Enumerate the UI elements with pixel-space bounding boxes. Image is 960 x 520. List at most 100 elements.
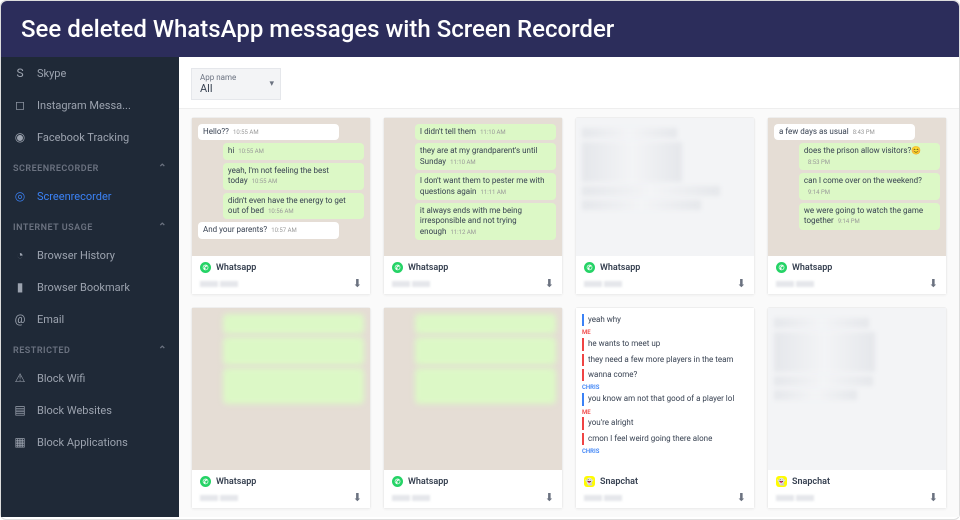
chat-line: wanna come? — [582, 369, 748, 381]
chevron-up-icon: ⌃ — [158, 345, 167, 356]
card-footer: 👻 Snapchat ⬇ — [576, 470, 754, 508]
app-name-dropdown[interactable]: App name All ▾ — [191, 68, 281, 100]
chat-sender-name: CHRIS — [582, 384, 748, 392]
redacted-meta — [392, 495, 430, 501]
download-icon[interactable]: ⬇ — [929, 277, 938, 290]
screenshot-card[interactable]: I didn't tell them11:10 AMthey are at my… — [383, 117, 563, 295]
chevron-up-icon: ⌃ — [158, 163, 167, 174]
section-title: INTERNET USAGE — [13, 223, 93, 233]
screenshot-card[interactable]: ✆ Whatsapp ⬇ — [191, 307, 371, 509]
download-icon[interactable]: ⬇ — [545, 277, 554, 290]
download-icon[interactable]: ⬇ — [353, 277, 362, 290]
sidebar-item-instagram-messa-[interactable]: ◻Instagram Messa... — [1, 89, 179, 121]
chat-bubble: I don't want them to pester me with ques… — [415, 173, 556, 200]
chat-bubble: yeah, I'm not feeling the best today10:5… — [223, 163, 364, 190]
card-app-label: 👻 Snapchat — [776, 476, 938, 487]
sidebar-item-browser-history[interactable]: ◔Browser History — [1, 239, 179, 271]
chat-sender-name: ME — [582, 329, 748, 337]
download-icon[interactable]: ⬇ — [545, 491, 554, 504]
redacted-meta — [584, 281, 622, 287]
chat-sender-name: ME — [582, 409, 748, 417]
card-app-label: ✆ Whatsapp — [200, 476, 362, 487]
redacted-meta — [584, 495, 622, 501]
chat-sender-name: CHRIS — [582, 448, 748, 456]
section-header[interactable]: RESTRICTED ⌃ — [1, 335, 179, 362]
chat-line: they need a few more players in the team — [582, 354, 748, 366]
card-preview — [768, 308, 946, 470]
bookmark-icon: ▮ — [13, 280, 27, 294]
section-title: RESTRICTED — [13, 346, 70, 356]
sidebar-item-skype[interactable]: SSkype — [1, 57, 179, 89]
chat-line: he wants to meet up — [582, 338, 748, 350]
sidebar-item-screenrecorder[interactable]: ◎ Screenrecorder — [1, 180, 179, 212]
sidebar-item-label: Email — [37, 313, 64, 326]
whatsapp-icon: ✆ — [200, 476, 211, 487]
camera-icon: ◎ — [13, 189, 27, 203]
card-footer: ✆ Whatsapp ⬇ — [192, 470, 370, 508]
card-preview — [192, 308, 370, 470]
card-app-label: ✆ Whatsapp — [200, 262, 362, 273]
card-preview: I didn't tell them11:10 AMthey are at my… — [384, 118, 562, 256]
app-name: Whatsapp — [792, 263, 832, 273]
apps-icon: ▦ — [13, 435, 27, 449]
screenshot-card[interactable]: 👻 Snapchat ⬇ — [767, 307, 947, 509]
card-footer: ✆ Whatsapp ⬇ — [384, 256, 562, 294]
chat-line: yeah why — [582, 314, 748, 326]
chat-bubble: hi10:55 AM — [223, 143, 364, 159]
screenshot-card[interactable]: a few days as usual8:43 PMdoes the priso… — [767, 117, 947, 295]
sidebar-item-block-websites[interactable]: ▤Block Websites — [1, 394, 179, 426]
card-footer: ✆ Whatsapp ⬇ — [768, 256, 946, 294]
sidebar-item-block-wifi[interactable]: ⚠Block Wifi — [1, 362, 179, 394]
app-name: Whatsapp — [408, 263, 448, 273]
fb-icon: ◉ — [13, 130, 27, 144]
whatsapp-icon: ✆ — [392, 476, 403, 487]
whatsapp-icon: ✆ — [584, 262, 595, 273]
chat-bubble: we were going to watch the game together… — [799, 203, 940, 230]
redacted-meta — [392, 281, 430, 287]
chevron-up-icon: ⌃ — [158, 222, 167, 233]
sidebar-item-email[interactable]: @ Email — [1, 303, 179, 335]
at-icon: @ — [13, 312, 27, 326]
card-app-label: ✆ Whatsapp — [584, 262, 746, 273]
download-icon[interactable]: ⬇ — [737, 277, 746, 290]
sidebar-item-label: Instagram Messa... — [37, 99, 131, 112]
sidebar-item-label: Block Wifi — [37, 372, 85, 385]
app-name: Whatsapp — [216, 263, 256, 273]
app-name: Whatsapp — [600, 263, 640, 273]
screenshot-card[interactable]: Hello??10:55 AMhi10:55 AMyeah, I'm not f… — [191, 117, 371, 295]
sidebar-item-label: Browser History — [37, 249, 115, 262]
card-app-label: ✆ Whatsapp — [392, 262, 554, 273]
screenshot-card[interactable]: ✆ Whatsapp ⬇ — [383, 307, 563, 509]
skype-icon: S — [13, 66, 27, 80]
card-preview: a few days as usual8:43 PMdoes the priso… — [768, 118, 946, 256]
sidebar-item-label: Screenrecorder — [37, 190, 112, 203]
redacted-meta — [776, 281, 814, 287]
screenshot-card[interactable]: ✆ Whatsapp ⬇ — [575, 117, 755, 295]
chat-bubble: does the prison allow visitors?😊8:53 PM — [799, 143, 940, 170]
snapchat-icon: 👻 — [776, 476, 787, 487]
download-icon[interactable]: ⬇ — [929, 491, 938, 504]
whatsapp-icon: ✆ — [200, 262, 211, 273]
sidebar-item-facebook-tracking[interactable]: ◉ Facebook Tracking — [1, 121, 179, 153]
redacted-meta — [776, 495, 814, 501]
screenshot-card[interactable]: yeah whyMEhe wants to meet upthey need a… — [575, 307, 755, 509]
chat-bubble: it always ends with me being irresponsib… — [415, 203, 556, 240]
section-header[interactable]: SCREENRECORDER ⌃ — [1, 153, 179, 180]
main-content: App name All ▾ Hello??10:55 AMhi10:55 AM… — [179, 57, 959, 517]
sidebar-item-block-applications[interactable]: ▦Block Applications — [1, 426, 179, 458]
card-footer: ✆ Whatsapp ⬇ — [192, 256, 370, 294]
redacted-meta — [200, 495, 238, 501]
card-preview: yeah whyMEhe wants to meet upthey need a… — [576, 308, 754, 470]
section-title: SCREENRECORDER — [13, 164, 99, 174]
section-header[interactable]: INTERNET USAGE ⌃ — [1, 212, 179, 239]
download-icon[interactable]: ⬇ — [353, 491, 362, 504]
card-preview: Hello??10:55 AMhi10:55 AMyeah, I'm not f… — [192, 118, 370, 256]
chat-bubble: I didn't tell them11:10 AM — [415, 124, 556, 140]
download-icon[interactable]: ⬇ — [737, 491, 746, 504]
card-footer: ✆ Whatsapp ⬇ — [576, 256, 754, 294]
app-name: Snapchat — [792, 477, 830, 487]
sidebar-item-label: Facebook Tracking — [37, 131, 129, 144]
card-preview — [576, 118, 754, 256]
app-name: Whatsapp — [216, 477, 256, 487]
sidebar-item-browser-bookmark[interactable]: ▮Browser Bookmark — [1, 271, 179, 303]
